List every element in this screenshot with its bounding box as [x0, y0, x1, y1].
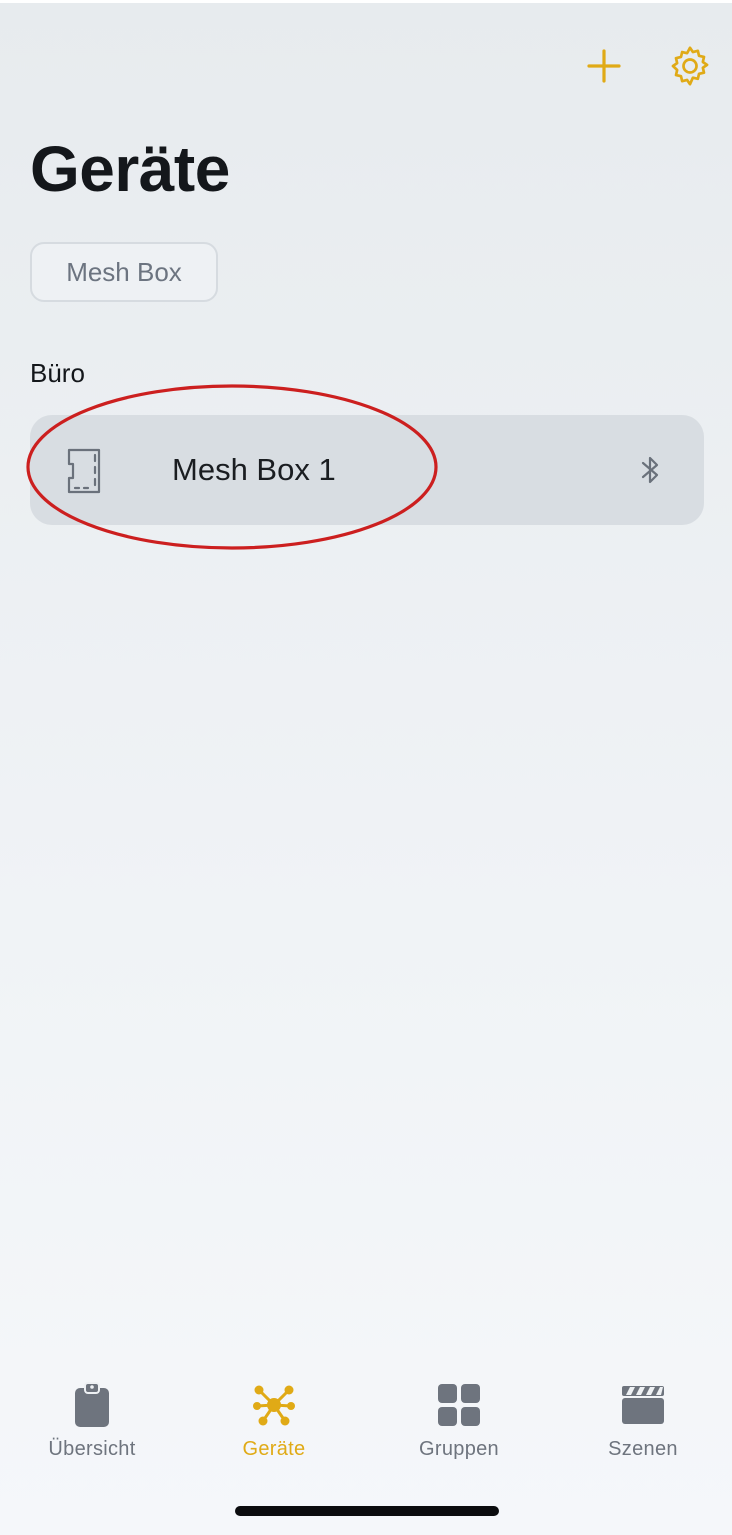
settings-button[interactable]: [662, 38, 718, 94]
device-name: Mesh Box 1: [172, 452, 336, 487]
device-board-icon: [67, 448, 101, 494]
tab-label: Gruppen: [419, 1438, 499, 1460]
device-row-mesh-box-1[interactable]: Mesh Box 1: [30, 415, 704, 525]
tab-label: Geräte: [242, 1438, 306, 1460]
tab-label: Übersicht: [48, 1438, 136, 1460]
clipboard-icon: [75, 1382, 109, 1427]
tab-gruppen[interactable]: Gruppen: [367, 1372, 551, 1461]
grid-icon: [438, 1384, 480, 1426]
status-bar-edge: [0, 0, 732, 3]
bluetooth-icon: [641, 456, 659, 484]
add-device-button[interactable]: [576, 38, 632, 94]
filter-chip-mesh-box[interactable]: Mesh Box: [30, 242, 218, 302]
tab-geraete[interactable]: Geräte: [182, 1372, 366, 1461]
home-indicator: [235, 1506, 499, 1516]
page-title: Geräte: [30, 133, 230, 205]
top-toolbar: [576, 38, 718, 94]
tab-szenen[interactable]: Szenen: [551, 1372, 732, 1461]
clapperboard-icon: [622, 1386, 664, 1424]
tab-label: Szenen: [608, 1438, 678, 1460]
tab-uebersicht[interactable]: Übersicht: [0, 1372, 184, 1461]
gear-icon: [671, 46, 709, 86]
bottom-tab-bar: Übersicht Geräte Gruppen Szenen: [0, 1372, 732, 1472]
network-nodes-icon: [253, 1385, 295, 1426]
plus-icon: [587, 49, 621, 83]
section-label-room: Büro: [30, 358, 85, 388]
